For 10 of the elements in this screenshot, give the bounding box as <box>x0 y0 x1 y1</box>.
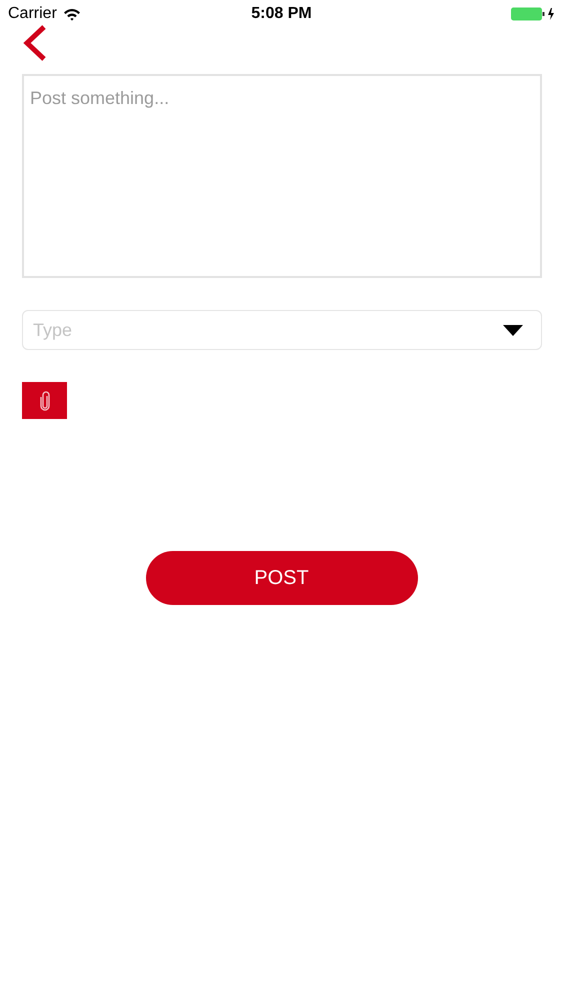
wifi-icon <box>62 8 81 20</box>
battery-icon <box>511 7 555 21</box>
dropdown-triangle-icon <box>503 324 523 336</box>
attach-button[interactable] <box>22 382 67 419</box>
paperclip-icon <box>40 390 50 410</box>
back-chevron-icon[interactable] <box>22 24 48 62</box>
clock-time: 5:08 PM <box>251 5 312 23</box>
post-button[interactable]: POST <box>146 551 418 605</box>
post-text-area[interactable]: Post something... <box>22 74 542 278</box>
carrier-name: Carrier <box>8 5 57 23</box>
